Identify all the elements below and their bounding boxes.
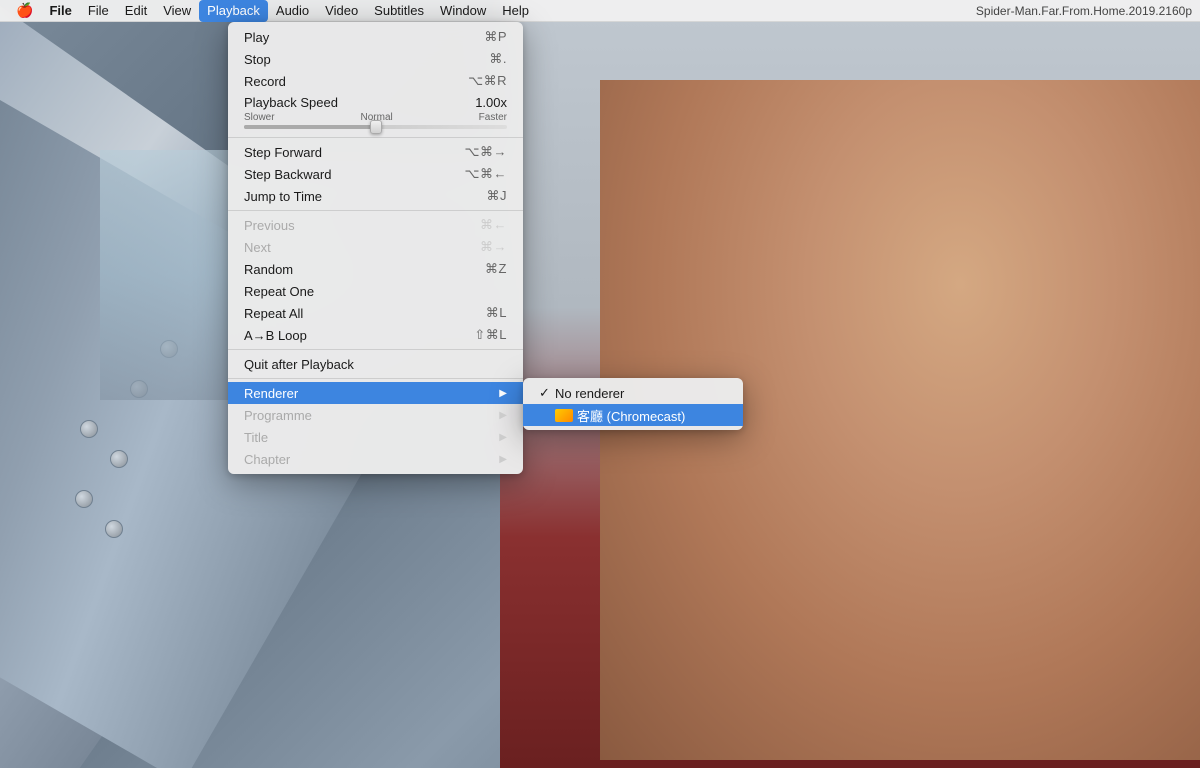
rivet-1 bbox=[80, 420, 98, 438]
separator-2 bbox=[228, 210, 523, 211]
menubar-edit[interactable]: Edit bbox=[117, 0, 155, 22]
programme-arrow-icon: ▶ bbox=[499, 410, 507, 421]
menu-item-title[interactable]: Title ▶ bbox=[228, 426, 523, 448]
menu-item-record[interactable]: Record ⌥⌘R bbox=[228, 70, 523, 92]
menubar: 🍎 File File Edit View Playback Audio Vid… bbox=[0, 0, 1200, 22]
separator-4 bbox=[228, 378, 523, 379]
menu-item-step-forward[interactable]: Step Forward ⌥⌘→ bbox=[228, 141, 523, 163]
menu-item-quit-after[interactable]: Quit after Playback bbox=[228, 353, 523, 375]
menu-item-random[interactable]: Random ⌘Z bbox=[228, 258, 523, 280]
menubar-playback[interactable]: Playback bbox=[199, 0, 268, 22]
menu-item-chapter[interactable]: Chapter ▶ bbox=[228, 448, 523, 470]
chromecast-icon bbox=[555, 408, 573, 422]
menubar-right: Spider-Man.Far.From.Home.2019.2160p bbox=[976, 4, 1192, 18]
rivet-3 bbox=[75, 490, 93, 508]
title-arrow-icon: ▶ bbox=[499, 432, 507, 443]
menubar-window[interactable]: Window bbox=[432, 0, 494, 22]
speed-header: Playback Speed 1.00x bbox=[244, 95, 507, 110]
speed-slider-thumb[interactable] bbox=[370, 120, 382, 134]
menubar-file[interactable]: File bbox=[80, 0, 117, 22]
menubar-view[interactable]: View bbox=[155, 0, 199, 22]
menubar-help[interactable]: Help bbox=[494, 0, 537, 22]
menubar-subtitles[interactable]: Subtitles bbox=[366, 0, 432, 22]
renderer-arrow-icon: ▶ bbox=[499, 388, 507, 399]
rivet-4 bbox=[105, 520, 123, 538]
menu-item-repeat-all[interactable]: Repeat All ⌘L bbox=[228, 302, 523, 324]
menubar-audio[interactable]: Audio bbox=[268, 0, 317, 22]
menu-item-stop[interactable]: Stop ⌘. bbox=[228, 48, 523, 70]
submenu-item-no-renderer[interactable]: ✓ No renderer bbox=[523, 382, 743, 404]
renderer-submenu: ✓ No renderer 客廳 (Chromecast) bbox=[523, 378, 743, 430]
menu-item-jump-to-time[interactable]: Jump to Time ⌘J bbox=[228, 185, 523, 207]
menu-item-step-backward[interactable]: Step Backward ⌥⌘← bbox=[228, 163, 523, 185]
playback-speed-section: Playback Speed 1.00x Slower Normal Faste… bbox=[228, 92, 523, 134]
window-title-bar: Spider-Man.Far.From.Home.2019.2160p bbox=[976, 4, 1192, 18]
separator-3 bbox=[228, 349, 523, 350]
menubar-vlc[interactable]: File bbox=[41, 0, 79, 22]
menu-item-play[interactable]: Play ⌘P bbox=[228, 26, 523, 48]
menu-item-renderer[interactable]: Renderer ▶ ✓ No renderer 客廳 (Chromecast) bbox=[228, 382, 523, 404]
submenu-item-chromecast[interactable]: 客廳 (Chromecast) bbox=[523, 404, 743, 426]
separator-1 bbox=[228, 137, 523, 138]
menu-item-next[interactable]: Next ⌘→ bbox=[228, 236, 523, 258]
menu-item-repeat-one[interactable]: Repeat One bbox=[228, 280, 523, 302]
checkmark-icon: ✓ bbox=[539, 385, 555, 401]
playback-menu: Play ⌘P Stop ⌘. Record ⌥⌘R Playback Spee… bbox=[228, 22, 523, 474]
menu-item-programme[interactable]: Programme ▶ bbox=[228, 404, 523, 426]
menu-item-previous[interactable]: Previous ⌘← bbox=[228, 214, 523, 236]
chapter-arrow-icon: ▶ bbox=[499, 454, 507, 465]
rivet-2 bbox=[110, 450, 128, 468]
menubar-video[interactable]: Video bbox=[317, 0, 366, 22]
apple-menu-item[interactable]: 🍎 bbox=[8, 0, 41, 22]
menu-item-ab-loop[interactable]: A→B Loop ⇧⌘L bbox=[228, 324, 523, 346]
speed-slider-fill bbox=[244, 125, 376, 129]
speed-slider[interactable] bbox=[244, 125, 507, 129]
